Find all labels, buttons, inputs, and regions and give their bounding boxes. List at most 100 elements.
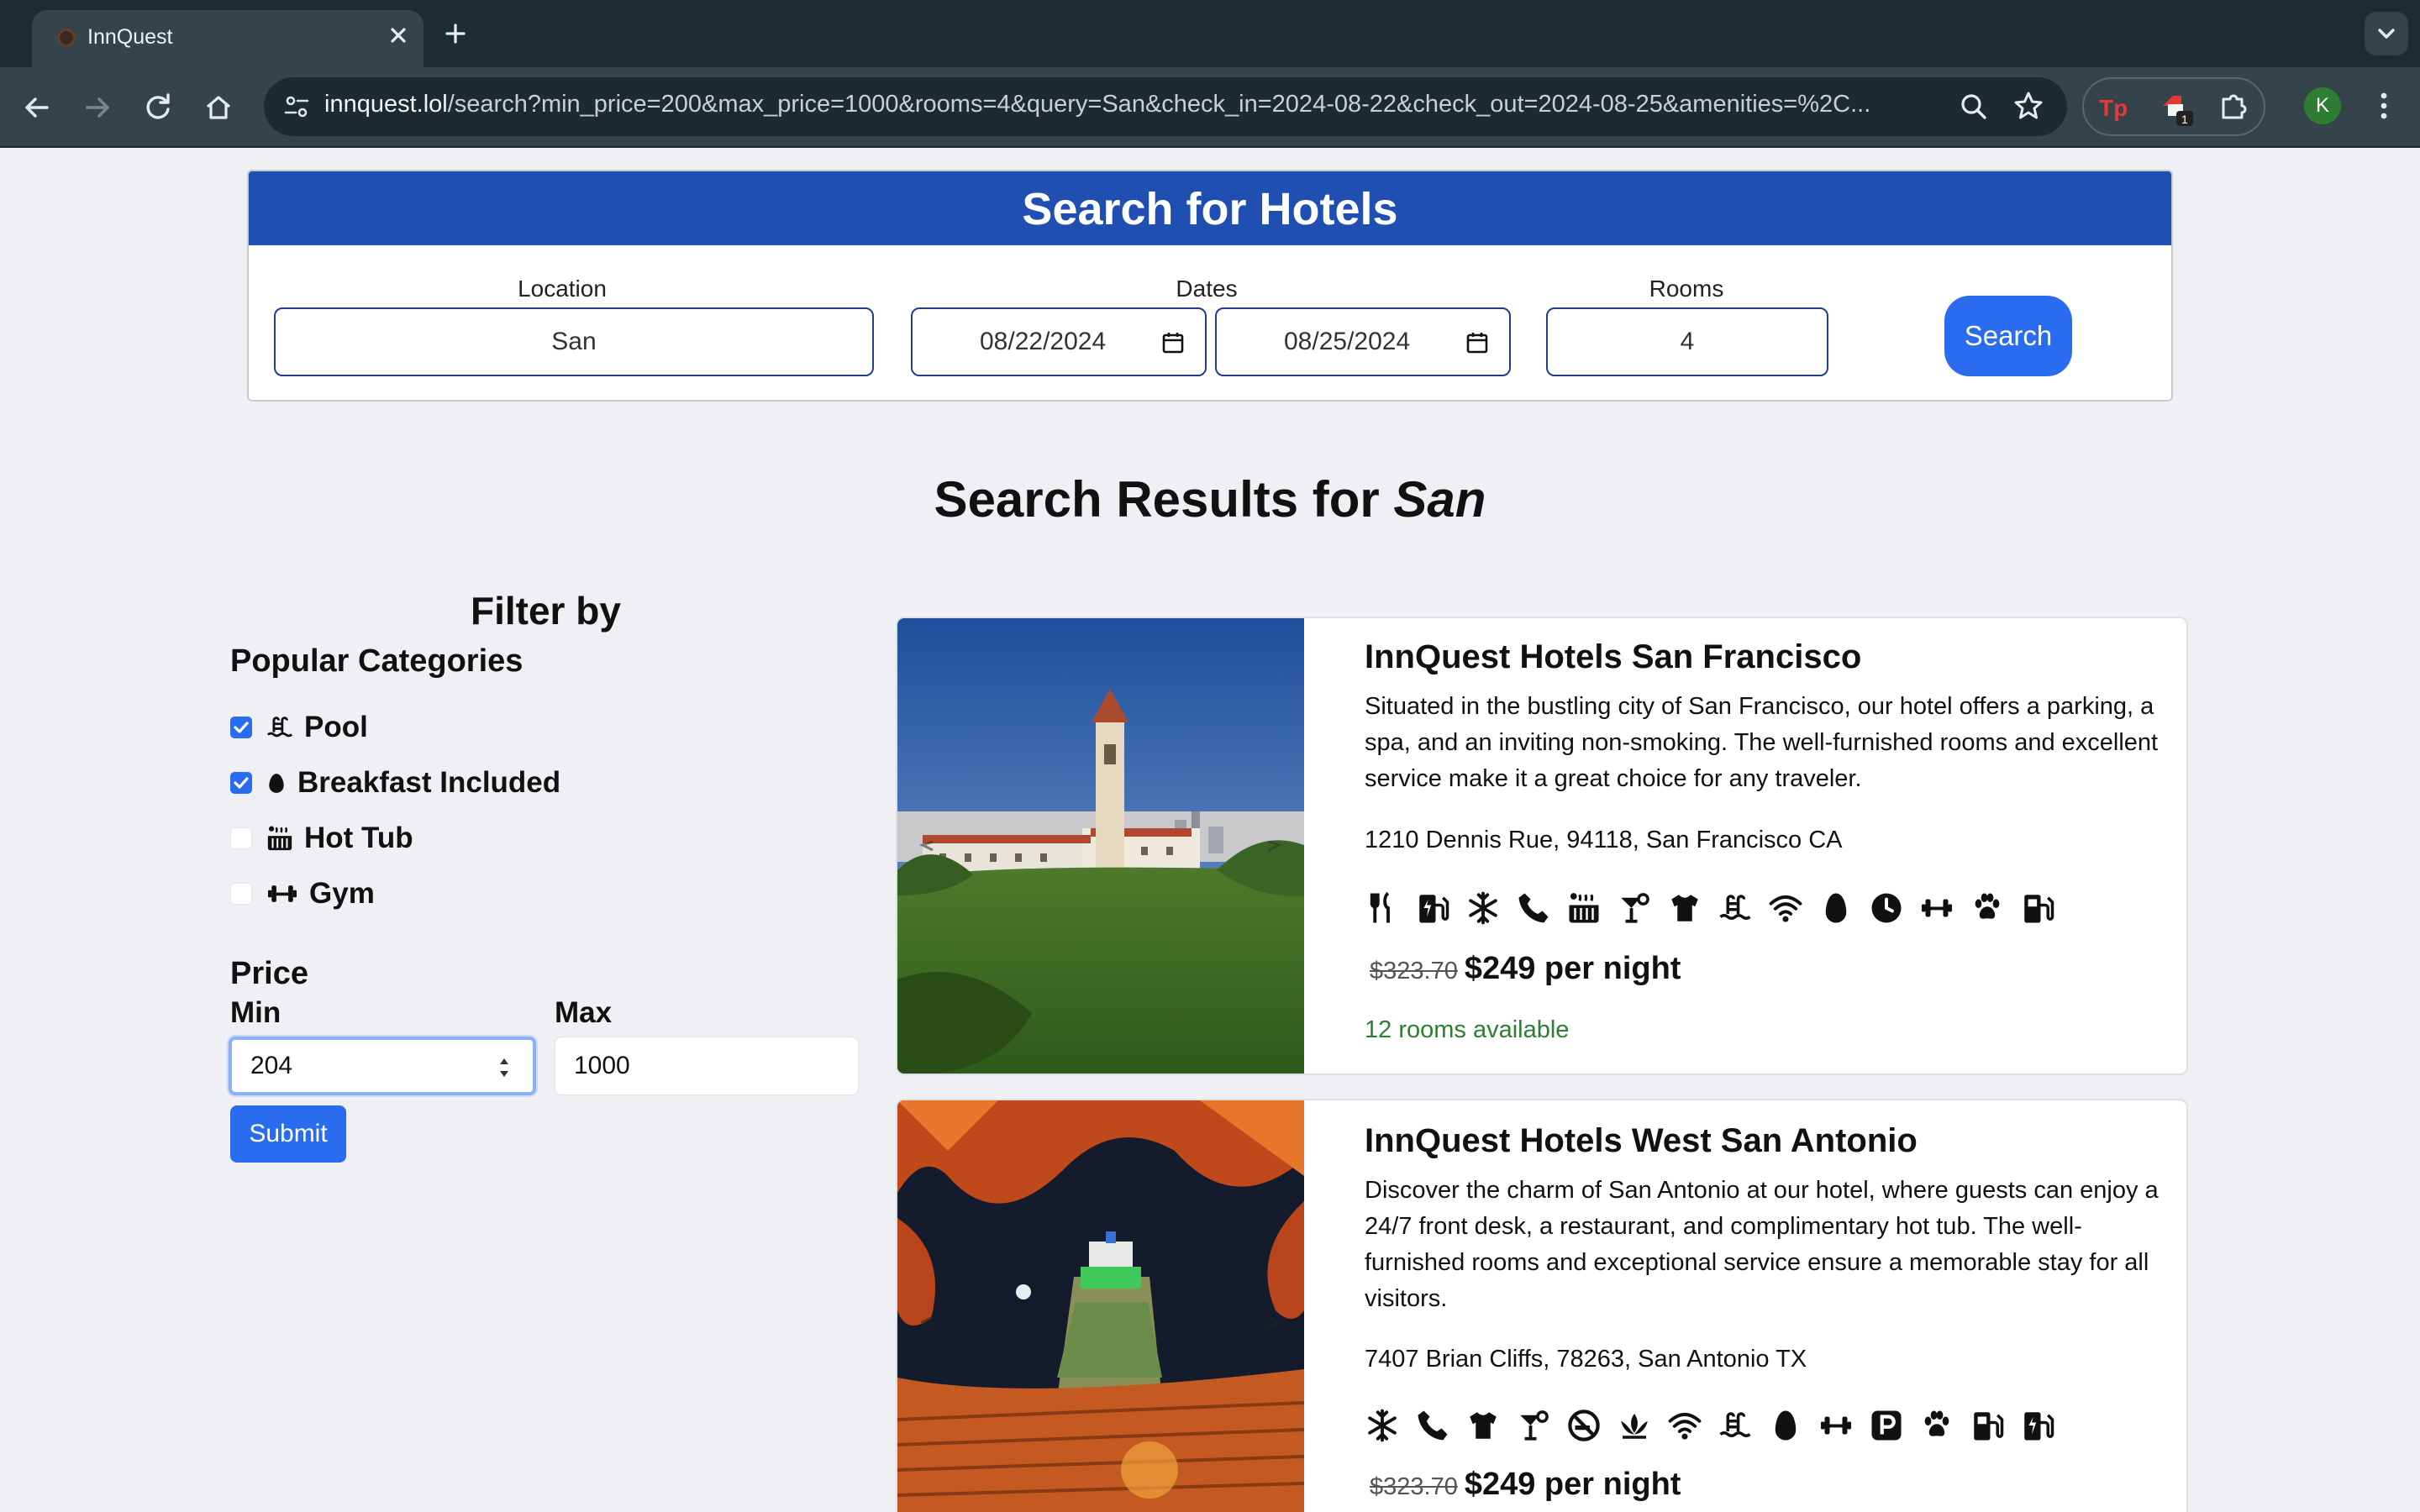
nightly-price: $249 per night xyxy=(1464,951,1681,986)
hotel-address: 1210 Dennis Rue, 94118, San Francisco CA xyxy=(1365,827,1843,853)
breakfast-checkbox[interactable] xyxy=(230,772,252,794)
checkmark-icon xyxy=(234,722,249,733)
extension-badge-icon[interactable]: 1 xyxy=(2156,87,2198,129)
rooms-available: 12 rooms available xyxy=(1365,1016,1570,1043)
pool-checkbox[interactable] xyxy=(230,717,252,738)
hotel-card[interactable]: InnQuest Hotels San Francisco Situated i… xyxy=(896,617,2188,1075)
check-out-input[interactable]: 08/25/2024 xyxy=(1215,307,1511,376)
svg-text:Tp: Tp xyxy=(2099,95,2128,121)
hotel-card[interactable]: InnQuest Hotels West San Antonio Discove… xyxy=(896,1099,2188,1512)
wifi-icon xyxy=(1668,1412,1702,1440)
egg-icon xyxy=(1825,893,1847,923)
categories-title: Popular Categories xyxy=(230,643,523,679)
results-title: Search Results for San xyxy=(934,471,1486,528)
dumbbell-icon xyxy=(1821,1416,1851,1435)
hotel-name[interactable]: InnQuest Hotels San Francisco xyxy=(1365,638,1861,676)
calendar-icon[interactable] xyxy=(1161,331,1185,354)
tab-search-button[interactable] xyxy=(2365,12,2408,55)
phone-icon xyxy=(1518,893,1549,923)
hot-tub-icon xyxy=(1569,893,1599,923)
hotel-description: Situated in the bustling city of San Fra… xyxy=(1365,693,2159,792)
filter-hot-tub[interactable]: Hot Tub xyxy=(230,818,413,858)
profile-avatar[interactable]: K xyxy=(2304,87,2341,124)
number-spinner-icon[interactable] xyxy=(496,1053,513,1082)
forward-arrow-icon[interactable] xyxy=(77,87,118,128)
max-price-input[interactable]: 1000 xyxy=(555,1037,859,1095)
hotel-search-panel: Search for Hotels Location San Dates 08/… xyxy=(247,170,2173,402)
home-icon[interactable] xyxy=(198,87,239,128)
price-title: Price xyxy=(230,956,308,991)
check-in-input[interactable]: 08/22/2024 xyxy=(911,307,1207,376)
shirt-icon xyxy=(1470,1412,1497,1439)
cocktail-icon xyxy=(1621,893,1649,923)
new-tab-icon[interactable] xyxy=(439,17,472,50)
site-settings-icon[interactable] xyxy=(281,91,313,123)
price-block: $323.70 $249 per night xyxy=(1370,951,1681,987)
url-text[interactable]: innquest.lol/search?min_price=200&max_pr… xyxy=(324,91,1938,118)
parking-icon xyxy=(1871,1410,1902,1441)
rooms-input[interactable]: 4 xyxy=(1546,307,1828,376)
snowflake-icon xyxy=(1469,891,1497,925)
dates-label: Dates xyxy=(1176,276,1238,302)
extension-tp-icon[interactable]: Tp xyxy=(2096,89,2133,126)
checkmark-icon xyxy=(234,777,249,789)
hotel-name[interactable]: InnQuest Hotels West San Antonio xyxy=(1365,1122,1918,1160)
ev-charger-icon xyxy=(2024,1412,2054,1441)
original-price: $323.70 xyxy=(1370,1473,1458,1500)
kebab-menu-icon[interactable] xyxy=(2366,87,2402,124)
breakfast-label: Breakfast Included xyxy=(297,766,561,799)
amenity-icons xyxy=(1365,890,2055,926)
search-panel-title: Search for Hotels xyxy=(249,171,2171,245)
hotel-photo[interactable] xyxy=(897,618,1304,1075)
filter-pool[interactable]: Pool xyxy=(230,707,368,748)
cocktail-icon xyxy=(1520,1410,1549,1441)
paw-icon xyxy=(1975,893,2000,919)
dumbbell-icon xyxy=(1922,899,1952,917)
search-button[interactable]: Search xyxy=(1944,296,2072,376)
filter-breakfast[interactable]: Breakfast Included xyxy=(230,763,560,803)
tab-strip: InnQuest xyxy=(0,0,2420,67)
hot-tub-icon xyxy=(267,826,292,851)
gym-checkbox[interactable] xyxy=(230,883,252,905)
min-label: Min xyxy=(230,996,281,1029)
clock-icon xyxy=(1871,893,1902,923)
egg-icon xyxy=(1775,1410,1797,1441)
snowflake-icon xyxy=(1368,1409,1397,1442)
price-block: $323.70 $249 per night xyxy=(1370,1467,1681,1503)
close-tab-icon[interactable] xyxy=(381,18,415,52)
nightly-price: $249 per night xyxy=(1464,1467,1681,1502)
results-query: San xyxy=(1393,471,1486,528)
pool-icon xyxy=(266,717,293,738)
hotel-description: Discover the charm of San Antonio at our… xyxy=(1365,1177,2159,1312)
puzzle-icon[interactable] xyxy=(2215,87,2254,126)
original-price: $323.70 xyxy=(1370,958,1458,984)
favicon-icon xyxy=(57,29,76,47)
spa-icon xyxy=(1621,1414,1648,1439)
gas-pump-icon xyxy=(2024,895,2054,923)
browser-tab[interactable]: InnQuest xyxy=(32,10,424,67)
location-input[interactable]: San xyxy=(274,307,874,376)
gym-label: Gym xyxy=(309,877,375,910)
pool-icon xyxy=(1719,895,1751,920)
calendar-icon[interactable] xyxy=(1465,331,1489,354)
phone-icon xyxy=(1418,1410,1448,1441)
reload-icon[interactable] xyxy=(138,87,178,128)
min-price-input[interactable]: 204 xyxy=(229,1037,536,1095)
egg-icon xyxy=(269,774,284,793)
submit-button[interactable]: Submit xyxy=(230,1105,346,1163)
bookmark-star-icon[interactable] xyxy=(2010,87,2047,124)
paw-icon xyxy=(1924,1410,1949,1436)
filter-gym[interactable]: Gym xyxy=(230,874,375,914)
zoom-icon[interactable] xyxy=(1956,89,1991,124)
back-arrow-icon[interactable] xyxy=(17,87,57,128)
max-label: Max xyxy=(555,996,613,1029)
svg-text:1: 1 xyxy=(2181,113,2188,126)
hotel-photo[interactable] xyxy=(897,1100,1304,1512)
rooms-label: Rooms xyxy=(1649,276,1724,302)
shirt-icon xyxy=(1671,895,1698,921)
amenity-icons xyxy=(1365,1408,2055,1443)
hot-tub-checkbox[interactable] xyxy=(230,827,252,849)
no-smoking-icon xyxy=(1568,1410,1600,1441)
tab-title: InnQuest xyxy=(87,25,173,49)
pool-label: Pool xyxy=(304,711,368,743)
